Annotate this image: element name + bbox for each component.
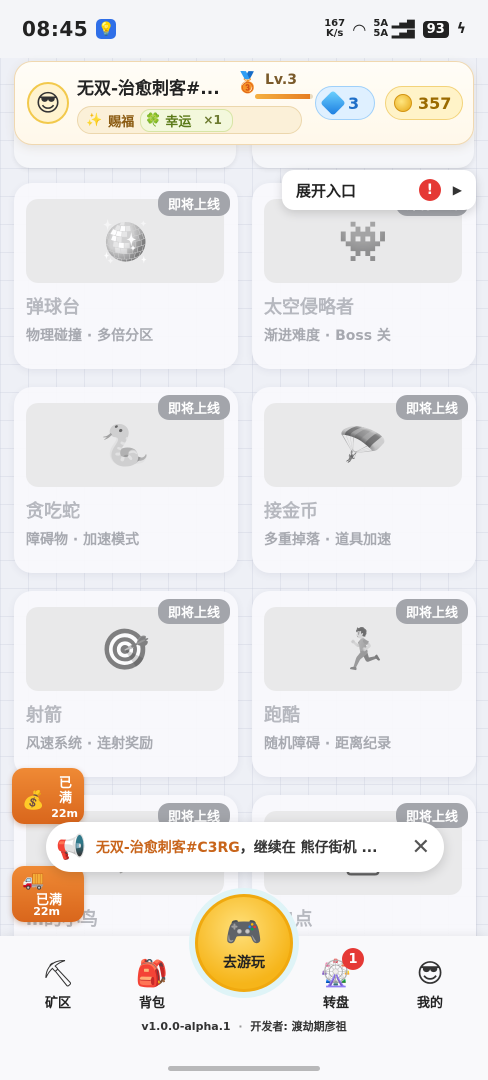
signal-icon: 5A ▂▄▆ 5A ▂▄▆ — [373, 18, 415, 39]
game-icon: 🎯 — [100, 626, 150, 673]
luck-label: 幸运 — [165, 114, 192, 130]
status-indicators: 167 K/s ◠ 5A ▂▄▆ 5A ▂▄▆ 93 ϟ — [324, 19, 466, 39]
coming-soon-badge: 即将上线 — [395, 599, 468, 624]
play-label: 去游玩 — [223, 954, 265, 971]
game-icon: 🪂 — [338, 422, 388, 469]
battery-indicator: 93 — [422, 20, 449, 38]
developer-name: 渡劫期彦祖 — [291, 1020, 347, 1033]
coin-count: 357 — [418, 93, 452, 113]
activity-toast: 📢 无双-治愈刺客#C3RG，继续在 熊仔街机 ... ✕ — [46, 822, 444, 872]
luck-chip: 🍀 幸运 ×1 — [140, 108, 233, 132]
sunglasses-face-icon: 😎 — [416, 959, 444, 989]
gem-balance[interactable]: 3 — [315, 86, 375, 120]
backpack-icon: 🎒 — [135, 959, 169, 989]
full-reward-button-1[interactable]: 💰 已满 22m — [12, 768, 84, 824]
alert-icon: ! — [418, 179, 441, 201]
game-card[interactable]: 🪂 即将上线接金币多重掉落 · 道具加速 — [252, 387, 476, 573]
game-description: 风速系统 · 连射奖励 — [26, 736, 154, 752]
game-description: 多重掉落 · 道具加速 — [264, 532, 392, 548]
status-bar: 08:45 💡 167 K/s ◠ 5A ▂▄▆ 5A ▂▄▆ 93 ϟ — [0, 0, 488, 58]
game-icon: 🏃 — [338, 626, 388, 673]
username: 无双-治愈刺客#... — [77, 79, 220, 99]
game-description: 物理碰撞 · 多倍分区 — [26, 328, 154, 344]
nav-item-bag[interactable]: 🎒 背包 — [122, 958, 182, 1011]
expand-entry-button[interactable]: 展开入口 ! ▶ — [282, 170, 476, 210]
coming-soon-badge: 即将上线 — [157, 395, 230, 420]
game-name: 贪吃蛇 — [26, 501, 80, 522]
coming-soon-badge: 即将上线 — [157, 191, 230, 216]
sparkle-icon: ✨ — [86, 112, 103, 128]
game-card[interactable]: 🐍 即将上线贪吃蛇障碍物 · 加速模式 — [14, 387, 238, 573]
truck-icon: 🚚 — [22, 870, 45, 891]
buff-row[interactable]: ✨ 赐福 🍀 幸运 ×1 — [77, 106, 302, 134]
version-label: v1.0.0-alpha.1 — [141, 1020, 231, 1033]
toast-message: 无双-治愈刺客#C3RG，继续在 熊仔街机 ... — [95, 840, 378, 856]
game-name: 太空侵略者 — [264, 297, 354, 318]
close-icon[interactable]: ✕ — [412, 835, 430, 860]
megaphone-icon: 📢 — [56, 833, 86, 861]
game-description: 障碍物 · 加速模式 — [26, 532, 140, 548]
money-bag-icon: 💰 — [22, 790, 45, 811]
game-name: 弹球台 — [26, 297, 80, 318]
game-description: 随机障碍 · 距离纪录 — [264, 736, 392, 752]
charging-bolt-icon: ϟ — [456, 21, 466, 37]
play-arrow-icon: ▶ — [452, 183, 462, 197]
nav-item-mine[interactable]: ⛏ 矿区 — [28, 958, 88, 1011]
gamepad-icon: 🎮 — [225, 914, 263, 950]
coin-balance[interactable]: 357 — [385, 86, 463, 120]
nav-item-me[interactable]: 😎 我的 — [400, 958, 460, 1011]
game-name: 接金币 — [264, 501, 318, 522]
clover-icon: 🍀 — [145, 112, 162, 128]
wifi-icon: ◠ — [353, 19, 366, 39]
lightbulb-app-icon: 💡 — [96, 19, 117, 39]
distance-label: 22m — [51, 807, 78, 820]
medal-icon: 🥉 — [235, 70, 260, 94]
game-card[interactable]: 👾即将上线太空侵略者渐进难度 · Boss 关 — [252, 183, 476, 369]
coming-soon-badge: 即将上线 — [395, 395, 468, 420]
game-card[interactable]: 🏃 即将上线跑酷随机障碍 · 距离纪录 — [252, 591, 476, 777]
footer-credits: v1.0.0-alpha.1 · 开发者: 渡劫期彦祖 — [141, 1020, 347, 1033]
expand-entry-label: 展开入口 — [296, 181, 357, 200]
game-icon: 🪩 — [100, 218, 150, 265]
profile-header-card[interactable]: 😎 无双-治愈刺客#... 🥉 Lv.3 ✨ 赐福 🍀 幸运 ×1 3 357 — [14, 61, 474, 145]
game-icon: 👾 — [338, 218, 388, 265]
game-card[interactable]: 🎯 即将上线射箭风速系统 · 连射奖励 — [14, 591, 238, 777]
distance-label: 22m — [33, 905, 60, 918]
game-name: 射箭 — [26, 705, 62, 726]
coming-soon-badge: 即将上线 — [157, 599, 230, 624]
luck-count: ×1 — [203, 113, 222, 127]
xp-progress-bar — [255, 94, 313, 99]
game-name: 跑酷 — [264, 705, 300, 726]
pickaxe-icon: ⛏ — [41, 959, 75, 989]
notification-badge: 1 — [342, 948, 364, 970]
play-button[interactable]: 🎮 去游玩 — [189, 888, 299, 998]
game-card[interactable]: 🪩 即将上线弹球台物理碰撞 · 多倍分区 — [14, 183, 238, 369]
network-speed: 167 K/s — [324, 18, 346, 39]
coin-icon — [394, 94, 412, 112]
developer-label: 开发者: — [250, 1020, 288, 1033]
gem-count: 3 — [348, 93, 360, 113]
home-indicator — [168, 1066, 320, 1071]
game-description: 渐进难度 · Boss 关 — [264, 328, 391, 344]
diamond-icon — [320, 90, 346, 116]
avatar[interactable]: 😎 — [27, 82, 69, 124]
blessing-label: 赐福 — [108, 114, 135, 130]
game-icon: 🐍 — [100, 422, 150, 469]
full-reward-button-2[interactable]: 🚚 已满 22m — [12, 866, 84, 922]
level-label: Lv.3 — [265, 72, 297, 88]
status-time: 08:45 — [22, 17, 89, 41]
nav-item-wheel[interactable]: 🎡 1 转盘 — [306, 948, 366, 1011]
